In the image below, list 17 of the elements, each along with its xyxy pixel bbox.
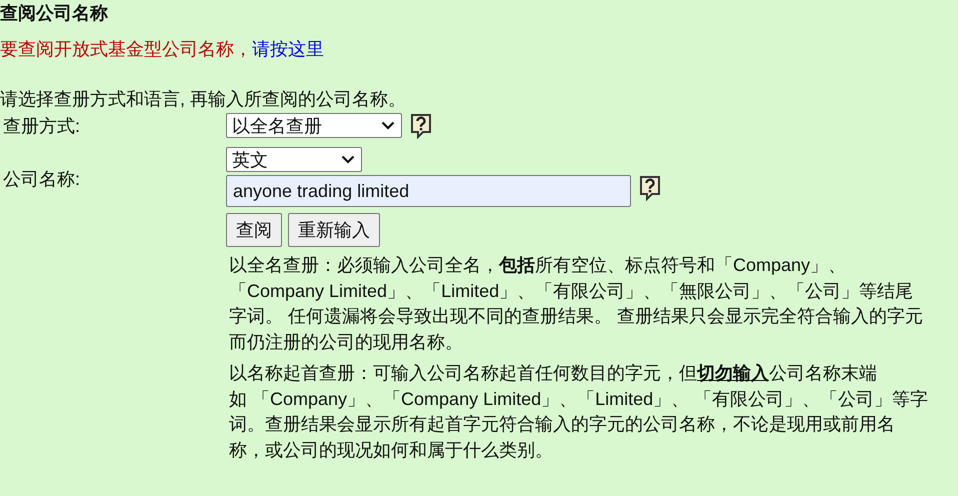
- note-paragraph: 以全名查册：必须输入公司全名，包括所有空位、标点符号和「Company」、「Company Limited」、「Limited」、「有限公司」、「無限公司」、「公司」等结尾字词。 任何遗漏将会导致出现不同的查册结果。 查册结果只会显示完全符合输入的字元而仍注册的公司的现用名称。: [229, 254, 924, 354]
- language-dropdown[interactable]: 英文: [226, 147, 362, 172]
- note-paragraph: 以名称起首查册：可输入公司名称起首任何数目的字元，但切勿输入公司名称末端 如 「Company」、「Company Limited」、「Limited」、 「有限公司」、「公司」等字词。查册结果会显示所有起首字元符合输入的字元的公司名称，不论是现用或前用名称，或公司的现况如何和属于什么类别。: [229, 362, 929, 462]
- search-button[interactable]: 查阅: [226, 213, 282, 247]
- help-icon[interactable]: [410, 113, 432, 139]
- company-name-field[interactable]: anyone trading limited: [226, 175, 631, 207]
- caret-icon: [341, 155, 355, 164]
- click-here-link[interactable]: 请按这里: [252, 39, 324, 59]
- caret-icon: [381, 121, 395, 130]
- field-label: 查册方式:: [2, 115, 82, 138]
- search-method-dropdown[interactable]: 以全名查册: [226, 113, 402, 138]
- field-label: 公司名称:: [2, 168, 82, 191]
- notice-text: 要查阅开放式基金型公司名称，: [0, 39, 252, 59]
- reset-button[interactable]: 重新输入: [288, 213, 380, 247]
- page-title: 查阅公司名称: [0, 2, 109, 25]
- help-icon[interactable]: [639, 175, 661, 201]
- instruction-text: 请选择查册方式和语言, 再输入所查阅的公司名称。: [0, 88, 408, 111]
